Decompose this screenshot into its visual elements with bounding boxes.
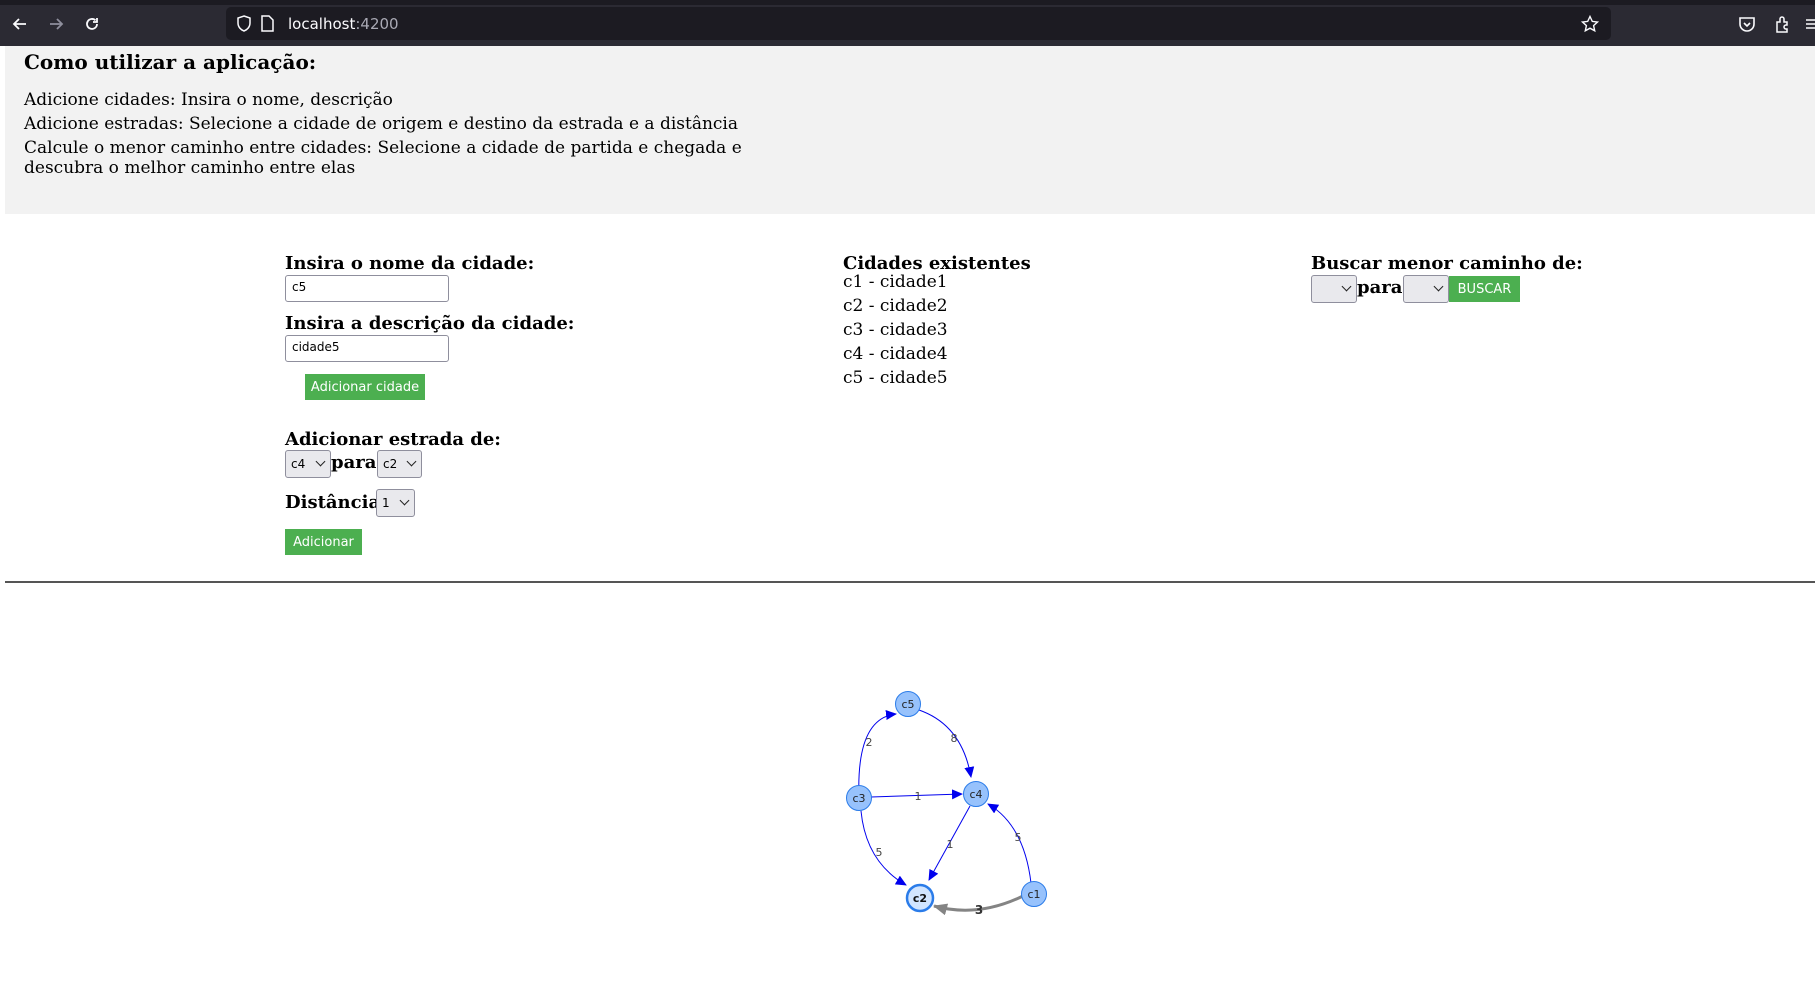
path-to-label: para: <box>1357 277 1410 298</box>
section-divider <box>5 581 1815 583</box>
instruction-add-city: Adicione cidades: Insira o nome, descriç… <box>24 90 393 110</box>
edge-label: 1 <box>915 790 922 803</box>
edge-label: 2 <box>866 736 873 749</box>
edge-c3-c5[interactable] <box>858 710 897 799</box>
graph-node-c4[interactable]: c4 <box>963 781 989 807</box>
node-label: c3 <box>852 792 865 805</box>
search-button[interactable]: BUSCAR <box>1449 276 1520 302</box>
back-icon[interactable] <box>9 13 31 35</box>
tab-strip-edge <box>0 0 1815 5</box>
node-label: c5 <box>901 698 914 711</box>
chevron-down-icon <box>1433 281 1444 292</box>
url-port: :4200 <box>355 15 399 33</box>
road-to-label: para: <box>331 452 384 473</box>
road-from-value: c4 <box>291 457 306 471</box>
distance-select[interactable]: 1 <box>376 489 415 517</box>
path-to-select[interactable] <box>1403 275 1449 303</box>
distance-value: 1 <box>382 496 390 510</box>
chevron-down-icon <box>315 456 326 467</box>
distance-label: Distância: <box>285 492 387 513</box>
forward-icon[interactable] <box>45 13 67 35</box>
city-list-item: c1 - cidade1 <box>843 272 948 292</box>
city-description-label: Insira a descrição da cidade: <box>285 313 575 334</box>
edge-c1-c4[interactable] <box>987 803 1032 884</box>
pocket-icon[interactable] <box>1736 13 1758 35</box>
shield-icon[interactable] <box>236 15 252 32</box>
add-road-label: Adicionar estrada de: <box>285 429 501 450</box>
graph-node-c3[interactable]: c3 <box>846 785 872 811</box>
city-name-input[interactable]: c5 <box>285 275 449 302</box>
road-to-value: c2 <box>383 457 398 471</box>
path-from-select[interactable] <box>1311 275 1357 303</box>
edge-label: 1 <box>947 838 954 851</box>
url-host: localhost <box>288 15 356 33</box>
city-list-item: c2 - cidade2 <box>843 296 948 316</box>
url-text[interactable]: localhost:4200 <box>288 15 399 33</box>
chevron-down-icon <box>406 456 417 467</box>
bookmark-star-icon[interactable] <box>1581 15 1599 33</box>
edge-label: 3 <box>975 903 983 917</box>
page-icon[interactable] <box>260 15 274 32</box>
add-road-button[interactable]: Adicionar <box>285 529 362 555</box>
shortest-path-label: Buscar menor caminho de: <box>1311 253 1583 274</box>
browser-toolbar: localhost:4200 <box>0 0 1815 46</box>
city-description-input[interactable]: cidade5 <box>285 335 449 362</box>
edge-label: 8 <box>951 732 958 745</box>
cities-title: Cidades existentes <box>843 253 1031 274</box>
edge-label: 5 <box>1015 831 1022 844</box>
road-to-select[interactable]: c2 <box>377 450 422 478</box>
extensions-icon[interactable] <box>1772 13 1794 35</box>
instruction-shortest-path: Calcule o menor caminho entre cidades: S… <box>24 138 742 178</box>
graph-node-c2[interactable]: c2 <box>905 883 935 913</box>
instructions-title: Como utilizar a aplicação: <box>24 50 317 74</box>
graph-node-c1[interactable]: c1 <box>1021 881 1047 907</box>
city-list-item: c4 - cidade4 <box>843 344 948 364</box>
city-list-item: c5 - cidade5 <box>843 368 948 388</box>
chevron-down-icon <box>1341 281 1352 292</box>
add-city-button[interactable]: Adicionar cidade <box>305 374 425 400</box>
city-name-label: Insira o nome da cidade: <box>285 253 535 274</box>
menu-icon[interactable] <box>1800 13 1815 35</box>
instructions-panel: Como utilizar a aplicação: Adicione cida… <box>5 46 1815 214</box>
instruction-add-road: Adicione estradas: Selecione a cidade de… <box>24 114 738 134</box>
edge-c3-c2[interactable] <box>860 810 907 886</box>
city-graph[interactable]: 2 8 1 5 1 5 3 c5 c3 c4 c1 c2 <box>0 600 1815 981</box>
node-label: c1 <box>1027 888 1040 901</box>
node-label: c4 <box>969 788 982 801</box>
city-list-item: c3 - cidade3 <box>843 320 948 340</box>
chevron-down-icon <box>399 495 410 506</box>
edge-c5-c4[interactable] <box>918 709 975 778</box>
node-label: c2 <box>913 892 927 905</box>
graph-node-c5[interactable]: c5 <box>895 691 921 717</box>
edge-label: 5 <box>876 846 883 859</box>
address-bar[interactable]: localhost:4200 <box>226 7 1611 40</box>
road-from-select[interactable]: c4 <box>285 450 331 478</box>
reload-icon[interactable] <box>81 13 103 35</box>
